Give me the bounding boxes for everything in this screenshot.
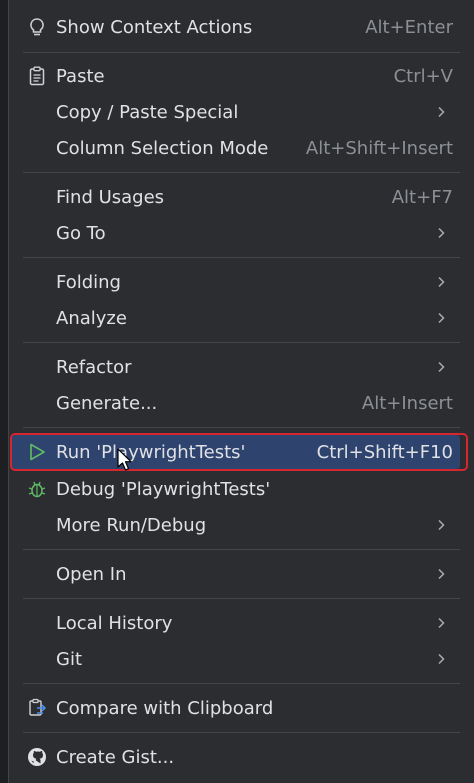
chevron-right-icon (438, 227, 445, 239)
menu-item-shortcut: Alt+Insert (361, 392, 453, 414)
menu-separator (23, 732, 460, 733)
menu-item-refactor[interactable]: Refactor (9, 350, 474, 384)
menu-item-label: Analyze (56, 307, 127, 329)
menu-item-paste[interactable]: Paste Ctrl+V (9, 59, 474, 93)
menu-item-compare-with-clipboard[interactable]: Compare with Clipboard (9, 691, 474, 725)
menu-item-analyze[interactable]: Analyze (9, 301, 474, 335)
menu-item-git[interactable]: Git (9, 642, 474, 676)
menu-item-label: Show Context Actions (56, 16, 253, 38)
lightbulb-icon (27, 17, 47, 37)
menu-item-label: Debug 'PlaywrightTests' (56, 478, 271, 500)
menu-item-generate[interactable]: Generate... Alt+Insert (9, 386, 474, 420)
menu-item-copy-paste-special[interactable]: Copy / Paste Special (9, 95, 474, 129)
menu-item-label: Compare with Clipboard (56, 697, 274, 719)
chevron-right-icon (438, 312, 445, 324)
menu-separator (23, 52, 460, 53)
menu-item-local-history[interactable]: Local History (9, 606, 474, 640)
menu-separator (23, 342, 460, 343)
chevron-right-icon (438, 361, 445, 373)
menu-item-find-usages[interactable]: Find Usages Alt+F7 (9, 180, 474, 214)
menu-item-label: Generate... (56, 392, 158, 414)
menu-item-column-selection-mode[interactable]: Column Selection Mode Alt+Shift+Insert (9, 131, 474, 165)
menu-separator (23, 427, 460, 428)
chevron-right-icon (438, 568, 445, 580)
menu-item-shortcut: Alt+F7 (391, 186, 453, 208)
compare-icon (27, 698, 47, 718)
menu-item-label: Open In (56, 563, 127, 585)
menu-item-label: Local History (56, 612, 173, 634)
menu-item-create-gist[interactable]: Create Gist... (9, 740, 474, 774)
clipboard-icon (27, 66, 47, 86)
menu-separator (23, 549, 460, 550)
menu-item-label: Find Usages (56, 186, 165, 208)
menu-item-more-run-debug[interactable]: More Run/Debug (9, 508, 474, 542)
chevron-right-icon (438, 276, 445, 288)
context-menu: Show Context Actions Alt+Enter Paste Ctr… (8, 0, 474, 783)
chevron-right-icon (438, 617, 445, 629)
menu-item-show-context-actions[interactable]: Show Context Actions Alt+Enter (9, 10, 474, 44)
menu-item-debug-playwright-tests[interactable]: Debug 'PlaywrightTests' (9, 472, 474, 506)
debug-icon (27, 479, 47, 499)
menu-item-shortcut: Alt+Shift+Insert (305, 137, 453, 159)
highlight-annotation-box (10, 433, 468, 471)
chevron-right-icon (438, 106, 445, 118)
menu-item-go-to[interactable]: Go To (9, 216, 474, 250)
menu-item-shortcut: Ctrl+V (393, 65, 453, 87)
menu-item-folding[interactable]: Folding (9, 265, 474, 299)
menu-item-label: Git (56, 648, 83, 670)
menu-item-label: Copy / Paste Special (56, 101, 239, 123)
menu-item-label: More Run/Debug (56, 514, 207, 536)
menu-separator (23, 172, 460, 173)
menu-separator (23, 598, 460, 599)
menu-item-shortcut: Alt+Enter (365, 16, 453, 38)
mouse-cursor-icon (117, 448, 132, 471)
menu-item-label: Go To (56, 222, 106, 244)
menu-separator (23, 683, 460, 684)
menu-item-label: Create Gist... (56, 746, 175, 768)
menu-item-label: Refactor (56, 356, 132, 378)
menu-item-label: Column Selection Mode (56, 137, 269, 159)
menu-item-open-in[interactable]: Open In (9, 557, 474, 591)
chevron-right-icon (438, 653, 445, 665)
github-icon (27, 747, 47, 767)
menu-separator (23, 257, 460, 258)
chevron-right-icon (438, 519, 445, 531)
menu-item-label: Folding (56, 271, 121, 293)
menu-item-label: Paste (56, 65, 105, 87)
